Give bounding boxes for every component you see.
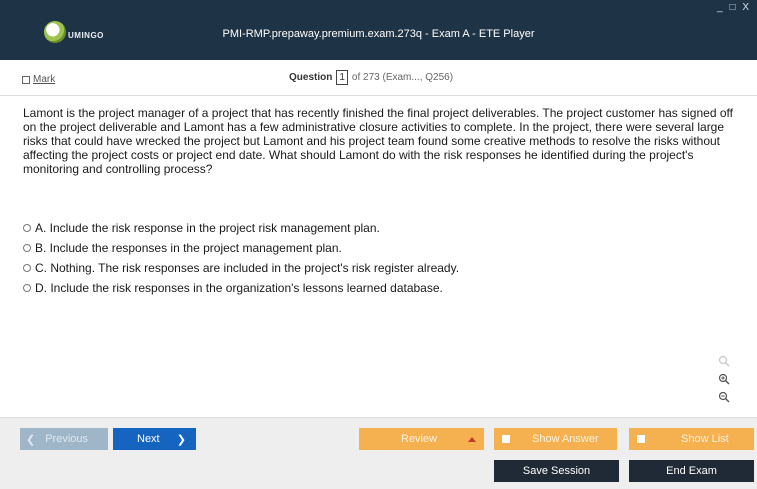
search-icon[interactable]: [714, 352, 734, 370]
question-total: of 273 (Exam..., Q256): [351, 72, 454, 83]
question-number-input[interactable]: 1: [336, 70, 348, 85]
answer-option-a[interactable]: A. Include the risk response in the proj…: [23, 218, 723, 238]
next-button[interactable]: Next ❯: [113, 428, 196, 450]
show-answer-button[interactable]: Show Answer: [494, 428, 617, 450]
answer-option-b[interactable]: B. Include the responses in the project …: [23, 238, 723, 258]
next-label: Next: [137, 433, 160, 445]
question-label: Question: [289, 72, 333, 83]
title-bar: UMINGO PMI-RMP.prepaway.premium.exam.273…: [0, 0, 757, 60]
option-label: A. Include the risk response in the proj…: [35, 221, 380, 235]
show-answer-checkbox[interactable]: [502, 435, 510, 443]
previous-button[interactable]: ❮ Previous: [20, 428, 108, 450]
show-answer-label: Show Answer: [532, 433, 599, 445]
chevron-right-icon: ❯: [176, 433, 186, 446]
mark-checkbox[interactable]: Mark: [22, 74, 55, 85]
show-list-button[interactable]: Show List: [629, 428, 754, 450]
radio-button[interactable]: [23, 224, 31, 232]
chevron-left-icon: ❮: [26, 433, 36, 446]
zoom-out-icon[interactable]: [714, 388, 734, 406]
window-controls[interactable]: _ □ X: [717, 2, 751, 13]
zoom-tools: [714, 352, 734, 406]
answer-option-c[interactable]: C. Nothing. The risk responses are inclu…: [23, 258, 723, 278]
question-text: Lamont is the project manager of a proje…: [23, 106, 733, 176]
triangle-up-icon: [468, 436, 476, 442]
answer-options: A. Include the risk response in the proj…: [23, 218, 723, 298]
show-list-label: Show List: [681, 433, 729, 445]
zoom-in-icon[interactable]: [714, 370, 734, 388]
radio-button[interactable]: [23, 284, 31, 292]
session-bar: Save Session End Exam: [0, 457, 757, 489]
radio-button[interactable]: [23, 244, 31, 252]
question-counter: Question 1 of 273 (Exam..., Q256): [289, 70, 453, 85]
answer-option-d[interactable]: D. Include the risk responses in the org…: [23, 278, 723, 298]
option-label: D. Include the risk responses in the org…: [35, 281, 443, 295]
mark-checkbox-box[interactable]: [22, 75, 30, 84]
option-label: B. Include the responses in the project …: [35, 241, 342, 255]
window-title: PMI-RMP.prepaway.premium.exam.273q - Exa…: [222, 28, 535, 40]
radio-button[interactable]: [23, 264, 31, 272]
previous-label: Previous: [45, 433, 89, 445]
review-button[interactable]: Review: [359, 428, 484, 450]
mark-label: Mark: [33, 74, 56, 85]
save-session-button[interactable]: Save Session: [494, 460, 619, 482]
end-exam-button[interactable]: End Exam: [629, 460, 754, 482]
question-info-bar: Mark Question 1 of 273 (Exam..., Q256): [0, 60, 757, 96]
review-label: Review: [401, 433, 438, 445]
option-label: C. Nothing. The risk responses are inclu…: [35, 261, 460, 275]
show-list-checkbox[interactable]: [637, 435, 645, 443]
navigation-bar: ❮ Previous Next ❯ Review Show Answer Sho…: [0, 417, 757, 457]
